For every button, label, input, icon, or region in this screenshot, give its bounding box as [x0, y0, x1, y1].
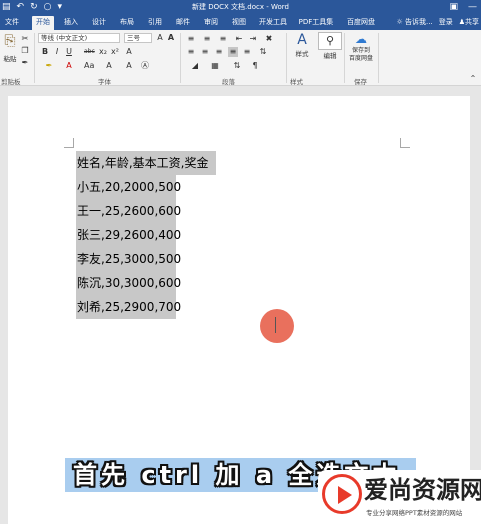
italic-icon[interactable]: I — [52, 47, 62, 57]
distributed-icon[interactable]: ≡ — [242, 47, 252, 57]
crop-mark-top-right — [400, 138, 410, 148]
font-color-icon[interactable]: A — [64, 61, 74, 71]
document-line[interactable]: 王一,25,2600,600 — [76, 199, 181, 223]
ribbon-display-icon[interactable]: ▣ — [449, 1, 458, 13]
document-line[interactable]: 张三,29,2600,400 — [76, 223, 181, 247]
enclosed-char-icon[interactable]: Ⓐ — [140, 61, 150, 71]
shading-icon[interactable]: ◢ — [190, 61, 200, 71]
group-divider — [286, 33, 287, 83]
document-line[interactable]: 刘希,25,2900,700 — [76, 295, 181, 319]
ribbon-tabs: 文件 开始 插入 设计 布局 引用 邮件 审阅 视图 开发工具 PDF工具集 百… — [0, 14, 481, 30]
format-painter-icon[interactable]: ✒ — [20, 58, 30, 68]
tab-mailings[interactable]: 邮件 — [172, 16, 194, 30]
tab-design[interactable]: 设计 — [88, 16, 110, 30]
tab-layout[interactable]: 布局 — [116, 16, 138, 30]
mouse-cursor-marker — [260, 309, 294, 343]
title-bar: ▤ ↶ ↻ ○ ▾ 新建 DOCX 文档.docx - Word ▣ — — [0, 0, 481, 14]
strikethrough-icon[interactable]: abc — [84, 47, 95, 57]
document-line[interactable]: 小五,20,2000,500 — [76, 175, 181, 199]
subscript-icon[interactable]: x₂ — [98, 47, 108, 57]
styles-icon: A — [297, 32, 307, 48]
crop-mark-top-left — [64, 138, 74, 148]
tab-review[interactable]: 审阅 — [200, 16, 222, 30]
group-divider — [344, 33, 345, 83]
minimize-icon[interactable]: — — [468, 1, 477, 13]
window-controls: ▣ — — [449, 1, 477, 13]
underline-icon[interactable]: U — [64, 47, 74, 57]
tab-pdf-tools[interactable]: PDF工具集 — [296, 16, 336, 30]
clipboard-group-label: 剪贴板 — [1, 78, 21, 86]
grow-font-small-icon[interactable]: A — [124, 61, 134, 71]
save-to-baidu-button[interactable]: ☁ 保存到 百度网盘 — [346, 32, 376, 63]
save-group-label: 保存 — [354, 78, 367, 86]
document-line[interactable]: 姓名,年龄,基本工资,奖金 — [76, 151, 216, 175]
decrease-indent-icon[interactable]: ⇤ — [234, 34, 244, 44]
bold-icon[interactable]: B — [40, 47, 50, 57]
font-case-icon[interactable]: A — [166, 33, 176, 43]
line-spacing-icon[interactable]: ⇅ — [258, 47, 268, 57]
font-size-box[interactable]: 三号 — [124, 33, 152, 43]
edit-button[interactable]: ⚲ 编辑 — [318, 32, 342, 60]
lightbulb-icon: ☼ — [396, 18, 403, 26]
document-line[interactable]: 李友,25,3000,500 — [76, 247, 181, 271]
watermark-name: 爱尚资源网 — [364, 475, 481, 504]
login-link[interactable]: 登录 — [439, 16, 453, 29]
collapse-ribbon-icon[interactable]: ⌃ — [468, 74, 478, 84]
tell-me-box[interactable]: ☼ 告诉我... — [397, 16, 433, 29]
font-name-box[interactable]: 等线 (中文正文) — [38, 33, 120, 43]
align-center-icon[interactable]: ≡ — [200, 47, 210, 57]
ribbon-home: ⎘ 粘贴 ✂ ❐ ✒ 剪贴板 等线 (中文正文) 三号 A A B I U ab… — [0, 30, 481, 86]
group-divider — [34, 33, 35, 83]
tab-right-controls: ☼ 告诉我... 登录 ♟共享 — [397, 16, 479, 29]
bullets-icon[interactable]: ≡ — [186, 34, 196, 44]
group-divider — [180, 33, 181, 83]
find-icon: ⚲ — [318, 32, 342, 50]
text-effects-icon[interactable]: A — [124, 47, 134, 57]
shrink-font-icon[interactable]: A — [104, 61, 114, 71]
tab-baidu-netdisk[interactable]: 百度网盘 — [344, 16, 378, 30]
baidu-cloud-icon: ☁ — [355, 32, 367, 46]
styles-button[interactable]: A 样式 — [290, 32, 314, 58]
styles-group-label: 样式 — [290, 78, 303, 86]
copy-icon[interactable]: ❐ — [20, 46, 30, 56]
text-cursor-icon — [275, 317, 277, 333]
show-marks-icon[interactable]: ¶ — [250, 61, 260, 71]
align-right-icon[interactable]: ≡ — [214, 47, 224, 57]
char-shading-icon[interactable]: Aa — [84, 61, 94, 71]
clipboard-icon: ⎘ — [4, 33, 16, 49]
document-line[interactable]: 陈沉,30,3000,600 — [76, 271, 181, 295]
tab-view[interactable]: 视图 — [228, 16, 250, 30]
grow-font-icon[interactable]: A — [155, 33, 165, 43]
font-group-label: 字体 — [98, 78, 111, 86]
superscript-icon[interactable]: x² — [110, 47, 120, 57]
justify-icon[interactable]: ≡ — [228, 47, 238, 57]
play-logo-icon — [322, 474, 362, 514]
highlight-icon[interactable]: ✒ — [44, 61, 54, 71]
tab-home[interactable]: 开始 — [32, 16, 54, 30]
cut-icon[interactable]: ✂ — [20, 34, 30, 44]
tab-developer[interactable]: 开发工具 — [256, 16, 290, 30]
paste-button[interactable]: ⎘ 粘贴 — [1, 33, 19, 63]
tab-references[interactable]: 引用 — [144, 16, 166, 30]
paragraph-group-label: 段落 — [222, 78, 235, 86]
chinese-layout-icon[interactable]: ✖ — [264, 34, 274, 44]
increase-indent-icon[interactable]: ⇥ — [248, 34, 258, 44]
watermark-tagline: 专业分享网络PPT素材资源的网站 — [366, 509, 463, 517]
share-button[interactable]: ♟共享 — [459, 16, 479, 29]
tab-insert[interactable]: 插入 — [60, 16, 82, 30]
borders-icon[interactable]: ▦ — [210, 61, 220, 71]
tab-file[interactable]: 文件 — [0, 16, 24, 30]
window-title: 新建 DOCX 文档.docx - Word — [192, 3, 289, 11]
numbering-icon[interactable]: ≡ — [202, 34, 212, 44]
align-left-icon[interactable]: ≡ — [186, 47, 196, 57]
sort-icon[interactable]: ⇅ — [232, 61, 242, 71]
multilevel-list-icon[interactable]: ≡ — [218, 34, 228, 44]
group-divider — [378, 33, 379, 83]
site-watermark: 爱尚资源网 专业分享网络PPT素材资源的网站 — [318, 470, 481, 524]
